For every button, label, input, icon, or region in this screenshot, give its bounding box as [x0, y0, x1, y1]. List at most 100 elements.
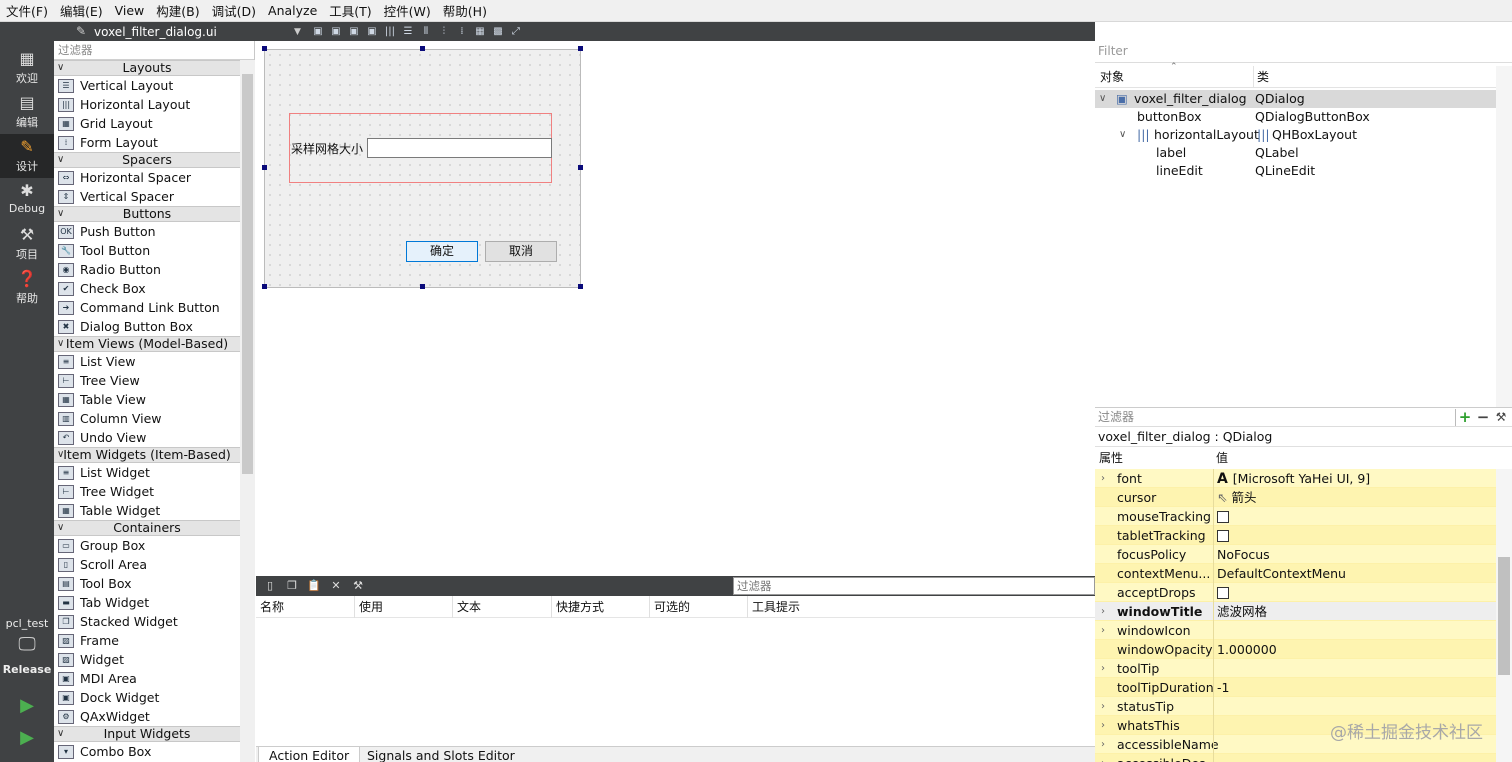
menu-help[interactable]: 帮助(H) [437, 1, 493, 20]
mode-welcome[interactable]: ▦ 欢迎 [0, 46, 54, 90]
widget-filter-input[interactable]: 过滤器 [54, 41, 254, 60]
chevron-right-icon[interactable]: › [1101, 659, 1105, 678]
chevron-right-icon[interactable]: › [1101, 716, 1105, 735]
property-value[interactable]: 1.000000 [1213, 640, 1496, 659]
chevron-down-icon[interactable]: ∨ [57, 207, 64, 221]
paste-action-icon[interactable]: 📋 [306, 579, 322, 593]
property-row[interactable]: › accessibleDes... [1095, 754, 1496, 762]
widget-item[interactable]: ▣ MDI Area [54, 669, 240, 688]
object-filter-input[interactable]: Filter [1095, 41, 1512, 63]
widget-item[interactable]: ▦ Grid Layout [54, 114, 240, 133]
property-checkbox[interactable] [1217, 511, 1229, 523]
edit-widgets-icon[interactable]: ▣ [310, 26, 326, 38]
resize-handle[interactable] [578, 46, 583, 51]
property-row[interactable]: › windowIcon [1095, 621, 1496, 640]
action-table-body[interactable] [256, 618, 1095, 746]
widget-category[interactable]: ∨ Input Widgets [54, 726, 240, 742]
widget-category[interactable]: ∨ Item Views (Model-Based) [54, 336, 240, 352]
resize-handle[interactable] [578, 284, 583, 289]
property-value[interactable] [1213, 697, 1496, 716]
mode-design[interactable]: ✎ 设计 [0, 134, 54, 178]
new-action-icon[interactable]: ▯ [262, 579, 278, 593]
property-row[interactable]: mouseTracking [1095, 507, 1496, 526]
widget-category[interactable]: ∨ Containers [54, 520, 240, 536]
widget-item[interactable]: ≡ List View [54, 352, 240, 371]
scrollbar-thumb[interactable] [1498, 557, 1510, 675]
property-value[interactable]: DefaultContextMenu [1213, 564, 1496, 583]
chevron-down-icon[interactable]: ∨ [57, 727, 64, 741]
chevron-down-icon[interactable]: ∨ [57, 337, 64, 351]
resize-handle[interactable] [262, 284, 267, 289]
property-value[interactable]: 滤波网格 [1213, 602, 1496, 621]
chevron-down-icon[interactable]: ∨ [57, 448, 64, 462]
layout-grid-icon[interactable]: ▦ [472, 26, 488, 38]
object-tree-scrollbar[interactable] [1496, 66, 1512, 407]
chevron-right-icon[interactable]: › [1101, 469, 1105, 488]
tree-row[interactable]: lineEdit QLineEdit [1095, 162, 1496, 180]
chevron-right-icon[interactable]: › [1101, 697, 1105, 716]
add-property-icon[interactable]: + [1457, 408, 1473, 427]
grid-size-line-edit[interactable] [367, 138, 552, 158]
widget-item[interactable]: ▦ Table View [54, 390, 240, 409]
chevron-down-icon[interactable]: ∨ [1099, 90, 1106, 108]
property-row[interactable]: contextMenu... DefaultContextMenu [1095, 564, 1496, 583]
mode-help[interactable]: ❓ 帮助 [0, 266, 54, 310]
widget-box-scrollbar[interactable] [240, 60, 255, 762]
layout-horizontal-icon[interactable]: ||| [382, 26, 398, 38]
property-value[interactable] [1213, 754, 1496, 762]
column-object[interactable]: 对象 [1097, 66, 1124, 88]
splitter-vertical-icon[interactable]: ⫶ [436, 26, 452, 38]
mode-debug[interactable]: ✱ Debug [0, 178, 54, 222]
column-value[interactable]: 值 [1216, 447, 1228, 469]
menu-build[interactable]: 构建(B) [150, 1, 205, 20]
tree-row[interactable]: ∨ ||| horizontalLayout ||| QHBoxLayout [1095, 126, 1496, 144]
property-value[interactable]: ⇖ 箭头 [1213, 488, 1496, 507]
column-used[interactable]: 使用 [355, 596, 453, 618]
widget-item[interactable]: ⚙ QAxWidget [54, 707, 240, 726]
property-row[interactable]: focusPolicy NoFocus [1095, 545, 1496, 564]
widget-item[interactable]: ▥ Column View [54, 409, 240, 428]
open-file-name[interactable]: voxel_filter_dialog.ui [94, 25, 294, 39]
property-value[interactable]: NoFocus [1213, 545, 1496, 564]
widget-item[interactable]: ✔ Check Box [54, 279, 240, 298]
widget-item[interactable]: ▨ Widget [54, 650, 240, 669]
property-row[interactable]: › statusTip [1095, 697, 1496, 716]
menu-file[interactable]: 文件(F) [0, 1, 54, 20]
adjust-size-icon[interactable]: ⤢ [508, 26, 524, 38]
widget-item[interactable]: ⇕ Vertical Spacer [54, 187, 240, 206]
widget-item[interactable]: ➔ Command Link Button [54, 298, 240, 317]
widget-item[interactable]: ⁞ Form Layout [54, 133, 240, 152]
edit-tab-order-icon[interactable]: ▣ [364, 26, 380, 38]
tree-row[interactable]: label QLabel [1095, 144, 1496, 162]
menu-debug[interactable]: 调试(D) [206, 1, 262, 20]
widget-item[interactable]: ❐ Stacked Widget [54, 612, 240, 631]
chevron-down-icon[interactable]: ∨ [57, 61, 64, 75]
property-row[interactable]: › toolTip [1095, 659, 1496, 678]
tab-action-editor[interactable]: Action Editor [258, 747, 361, 762]
widget-item[interactable]: ▭ Group Box [54, 536, 240, 555]
property-value[interactable]: -1 [1213, 678, 1496, 697]
widget-item[interactable]: ||| Horizontal Layout [54, 95, 240, 114]
edit-buddies-icon[interactable]: ▣ [346, 26, 362, 38]
widget-item[interactable]: ⇔ Horizontal Spacer [54, 168, 240, 187]
kit-project[interactable]: pcl_test [0, 617, 54, 630]
column-class[interactable]: 类 [1253, 66, 1269, 88]
grid-size-label[interactable]: 采样网格大小 [291, 140, 363, 157]
widget-item[interactable]: ↶ Undo View [54, 428, 240, 447]
property-value[interactable]: A [Microsoft YaHei UI, 9] [1213, 469, 1496, 488]
widget-category[interactable]: ∨ Layouts [54, 60, 240, 76]
mode-projects[interactable]: ⚒ 项目 [0, 222, 54, 266]
column-name[interactable]: 名称 [256, 596, 355, 618]
chevron-down-icon[interactable]: ∨ [57, 153, 64, 167]
widget-item[interactable]: OK Push Button [54, 222, 240, 241]
horizontal-layout[interactable]: 采样网格大小 [289, 113, 552, 183]
configure-icon[interactable]: ⚒ [1493, 408, 1509, 427]
column-property[interactable]: 属性 [1099, 447, 1123, 469]
form-canvas[interactable]: 采样网格大小 确定 取消 [256, 41, 1094, 576]
tab-signals-slots[interactable]: Signals and Slots Editor [357, 747, 525, 762]
debug-run-icon[interactable]: ▶ [17, 728, 37, 748]
resize-handle[interactable] [420, 284, 425, 289]
property-value[interactable] [1213, 526, 1496, 545]
menu-analyze[interactable]: Analyze [262, 3, 323, 18]
chevron-down-icon[interactable]: ∨ [57, 521, 64, 535]
